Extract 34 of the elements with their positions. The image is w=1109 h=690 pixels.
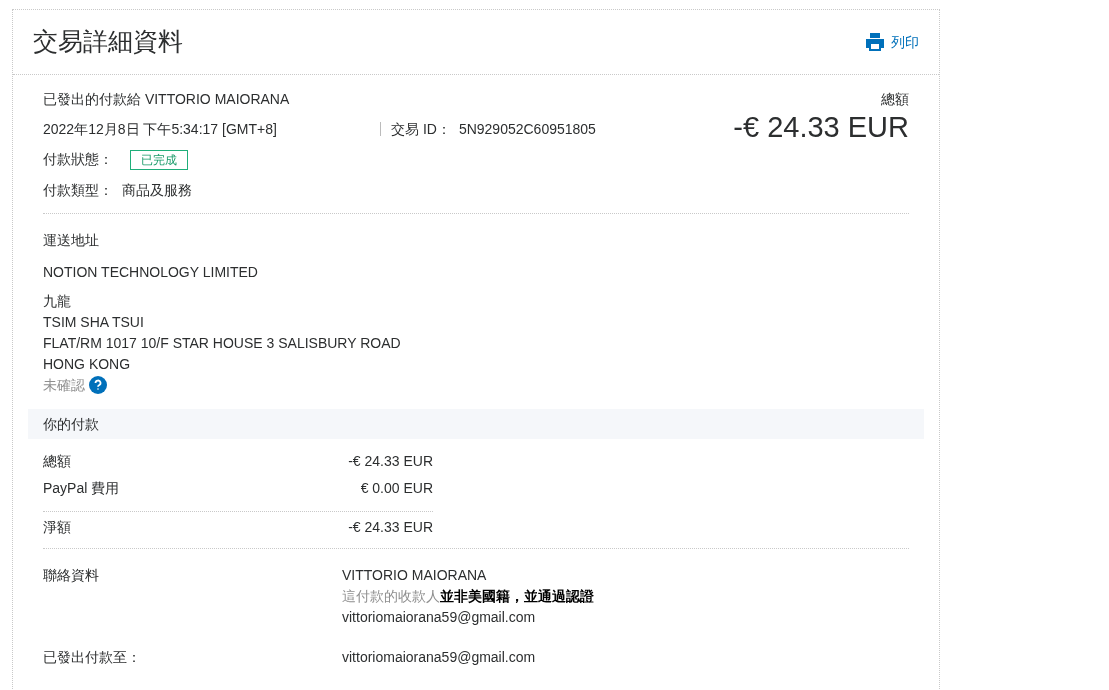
payee-email: vittoriomaiorana59@gmail.com [342,608,537,627]
amount-value: -€ 24.33 EUR [348,452,433,471]
status-badge: 已完成 [130,149,188,170]
payment-type: 商品及服務 [122,181,192,200]
status-label: 付款狀態： [43,150,114,169]
payee-line: 已發出的付款給 VITTORIO MAIORANA [43,90,291,109]
address-line: TSIM SHA TSUI [43,313,145,332]
transaction-datetime: 2022年12月8日 下午5:34:17 [GMT+8] [43,120,278,139]
total-label: 總額 [881,90,909,109]
printer-icon [865,32,885,52]
payee-name: VITTORIO MAIORANA [342,566,488,585]
sent-to-email: vittoriomaiorana59@gmail.com [342,648,536,667]
payment-type-label: 付款類型： [43,181,114,200]
transaction-id-label: 交易 ID： [391,120,451,139]
net-label: 淨額 [43,518,71,537]
net-amount: -€ 24.33 EUR [348,518,433,537]
address-line: 九龍 [43,292,72,311]
total-amount: -€ 24.33 EUR [733,110,909,144]
sent-to-label: 已發出付款至： [43,648,142,667]
page-title: 交易詳細資料 [33,26,183,58]
address-line: FLAT/RM 1017 10/F STAR HOUSE 3 SALISBURY ROAD [43,334,402,353]
amount-label: PayPal 費用 [43,479,120,498]
payee-note: 這付款的收款人並非美國籍，並通過認證 [342,587,594,606]
amount-value: € 0.00 EUR [360,479,433,498]
amount-label: 總額 [43,452,71,471]
help-icon[interactable] [89,376,107,394]
section-heading: 運送地址 [43,231,100,250]
contact-label: 聯絡資料 [43,566,100,585]
section-heading: 你的付款 [43,414,99,434]
print-button[interactable]: 列印 [865,31,919,53]
address-line: HONG KONG [43,355,132,374]
transaction-id: 5N929052C60951805 [458,120,596,139]
recipient-name: NOTION TECHNOLOGY LIMITED [43,263,259,282]
verification-status: 未確認 [43,376,85,395]
